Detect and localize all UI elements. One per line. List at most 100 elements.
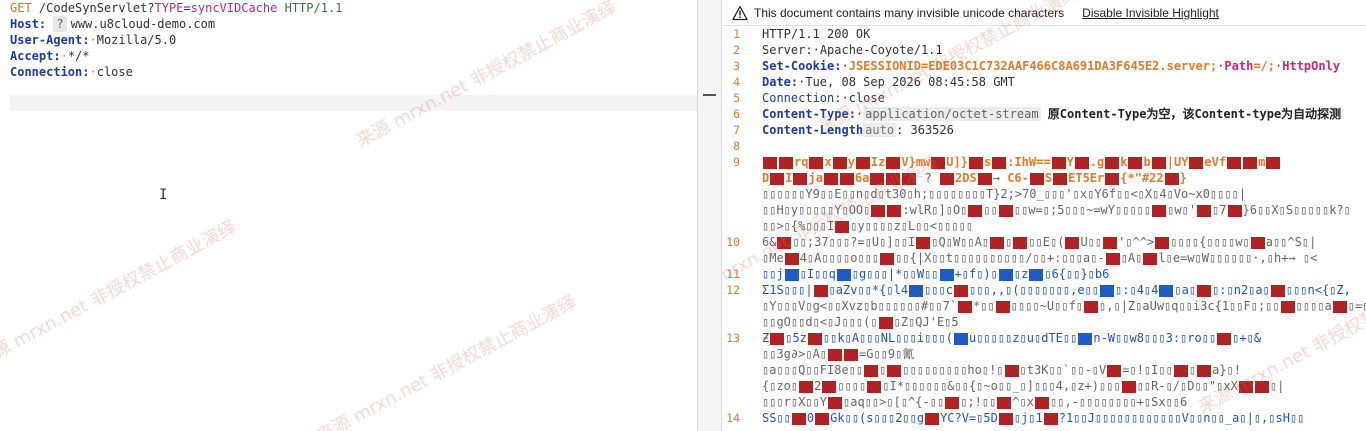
header-host: Host: ? www.u8cloud-demo.com	[0, 16, 697, 32]
set-cookie-value: JSESSIONID=EDE03C1C732AAF466C8A691DA3F64…	[848, 59, 1218, 73]
content-type-name: Content-Type:	[762, 107, 856, 121]
binary-content: ▯▯▯▯▯▯Y9▯▯E▯▯n▯d▯t30▯h;▯▯▯▯▯▯▯▯T}2;>70_▯…	[762, 187, 1247, 201]
binary-line: D Ija 6a ? 2DS → C6- S ET5Er {*"#22}	[722, 170, 1366, 186]
server-header-name: Server:	[762, 43, 813, 57]
line-number: 2	[733, 43, 740, 57]
header-user-agent-value: Mozilla/5.0	[96, 33, 177, 47]
line-number: 9	[733, 155, 740, 169]
binary-line: ▯▯3g∂>▯A▯ =G▯▯9▯氰	[722, 346, 1366, 362]
header-accept-value: */*	[67, 49, 90, 63]
disable-invisible-highlight-link[interactable]: Disable Invisible Highlight	[1082, 6, 1219, 20]
line-number: 5	[733, 91, 740, 105]
server-header-value: Apache-Coyote/1.1	[819, 43, 943, 57]
line-number: 3	[733, 59, 740, 73]
binary-content: {▯zo▯ 2 ▯▯▯▯ ▯I*▯▯▯▯▯▯&▯▯{▯~o▯▯_▯]▯▯▯4,▯z+)…	[762, 379, 1285, 393]
binary-line: ▯▯>▯{%▯▯▯I ▯y▯▯▯▯z▯L▯▯<▯▯▯▯▯	[722, 218, 1366, 234]
warning-text: This document contains many invisible un…	[754, 5, 1065, 20]
header-user-agent-name: User-Agent:	[10, 33, 90, 47]
current-line-highlight[interactable]	[10, 95, 697, 111]
response-line: 7 Content-Length auto: 363526	[722, 122, 1366, 138]
response-viewer[interactable]: This document contains many invisible un…	[722, 0, 1366, 431]
binary-content: ▯Me 4▯A▯▯▯▯o▯▯▯ ▯▯{|X▯▯t▯▯▯▯▯▯▯▯▯▯/▯▯+:▯▯▯…	[762, 251, 1318, 265]
binary-content: D Ija 6a ? 2DS → C6- S ET5Er {*"#22}	[762, 171, 1187, 185]
binary-content: Ƶ ▯5z ▯▯k▯A▯▯▯NL▯▯▯i▯▯▯(u▯▯▯▯▯z▯u▯dTE▯▯ n-W…	[762, 331, 1262, 345]
cookie-path-attr: Path	[1224, 59, 1254, 73]
binary-content: ▯▯H▯y▯▯▯▯▯Y▯OO▯:wlR▯]▯O▯ ▯▯ ▯▯w=▯;5▯▯▯~=wY…	[762, 203, 1351, 217]
request-method: GET	[10, 1, 32, 15]
header-accept: Accept:·*/*	[10, 49, 90, 63]
date-header-name: Date:	[762, 75, 799, 89]
host-unknown-badge: ?	[53, 16, 67, 32]
header-host-name: Host:	[10, 17, 47, 31]
binary-line: 11 ▯▯j ▯I▯▯q ▯g▯▯▯|*▯▯W▯▯ +▯f▯)▯ ▯z ▯6{▯▯}▯b6	[722, 266, 1366, 282]
line-number: 10	[726, 235, 740, 249]
binary-content: ▯▯▯r▯X▯▯Y ▯aq▯▯>▯[▯^{-▯▯ ▯;!▯▯ ^▯x ▯▯,-▯▯▯▯▯…	[762, 395, 1188, 409]
binary-line: ▯Me 4▯A▯▯▯▯o▯▯▯ ▯▯{|X▯▯t▯▯▯▯▯▯▯▯▯▯/▯▯+:▯▯▯…	[722, 250, 1366, 266]
content-type-note: 原Content-Type为空，该Content-type为自动探测	[1047, 107, 1342, 121]
response-line: 2 Server:·Apache-Coyote/1.1	[722, 42, 1366, 58]
response-line: 8	[722, 138, 1366, 154]
response-line: 5 Connection:·close	[722, 90, 1366, 106]
response-line: 6 Content-Type:· application/octet-stream …	[722, 106, 1366, 122]
binary-line: ▯a▯▯▯Q▯▯FI8e▯▯ ▯ ▯▯▯▯▯▯▯▯▯ho▯!▯ ▯t3K▯▯`▯▯-▯…	[722, 362, 1366, 378]
response-line: 1 HTTP/1.1 200 OK	[722, 26, 1366, 42]
binary-line: 10 6& ▯▯;37▯▯▯?=▯U▯]▯▯I ▯Q▯W▯▯A▯ ▯ ▯▯E▯(U▯▯ '▯…	[722, 234, 1366, 250]
content-length-value: : 363526	[896, 123, 954, 137]
watermark: 来源 mrxn.net 非授权禁止商业演绎	[0, 216, 240, 372]
request-param-value: syncVIDCache	[190, 1, 278, 15]
binary-line: 13 Ƶ ▯5z ▯▯k▯A▯▯▯NL▯▯▯i▯▯▯(u▯▯▯▯▯z▯u▯dTE▯▯ n…	[722, 330, 1366, 346]
line-number: 7	[733, 123, 740, 137]
binary-content: SS▯▯ 0 Gk▯▯(s▯▯▯2▯▯g YC?V=▯5D ▯j▯1 ?1▯▯J▯▯▯▯▯…	[762, 411, 1305, 425]
text-cursor-icon: I	[159, 187, 168, 203]
binary-line: ▯Y▯▯▯V▯g<▯▯Xvz▯b▯▯▯▯▯▯#▯▯7` *▯▯ ▯▯▯▯~U▯▯f▯…	[722, 298, 1366, 314]
header-user-agent: User-Agent:·Mozilla/5.0	[10, 33, 177, 47]
content-type-value: application/octet-stream	[863, 107, 1041, 121]
line-number: 4	[733, 75, 740, 89]
binary-line: ▯▯▯▯▯▯Y9▯▯E▯▯n▯d▯t30▯h;▯▯▯▯▯▯▯▯T}2;>70_▯…	[722, 186, 1366, 202]
response-body[interactable]: 1 HTTP/1.1 200 OK 2 Server:·Apache-Coyote/…	[722, 0, 1366, 431]
binary-content: ▯▯>▯{%▯▯▯I ▯y▯▯▯▯z▯L▯▯<▯▯▯▯▯	[762, 219, 974, 233]
request-path: /CodeSynServlet?	[38, 1, 155, 15]
connection-header-name: Connection:	[762, 91, 842, 105]
header-connection-value: close	[96, 65, 133, 79]
invisible-chars-warning: This document contains many invisible un…	[722, 0, 1366, 26]
request-param-eq: =	[183, 1, 191, 15]
line-number: 6	[733, 107, 740, 121]
splitter-handle-icon[interactable]	[703, 94, 716, 96]
status-line: HTTP/1.1 200 OK	[762, 27, 871, 41]
content-length-auto-badge: auto	[863, 123, 897, 137]
binary-content: 6& ▯▯;37▯▯▯?=▯U▯]▯▯I ▯Q▯W▯▯A▯ ▯ ▯▯E▯(U▯▯ '▯^^…	[762, 235, 1317, 249]
request-protocol: HTTP/1.1	[284, 1, 343, 15]
header-host-value: www.u8cloud-demo.com	[70, 17, 216, 31]
cookie-path-value: =/;	[1253, 59, 1276, 73]
binary-content: ▯▯j ▯I▯▯q ▯g▯▯▯|*▯▯W▯▯ +▯f▯)▯ ▯z ▯6{▯▯}▯b6	[762, 267, 1110, 281]
set-cookie-name: Set-Cookie:	[762, 59, 842, 73]
binary-line: ▯▯gO▯▯d▯<▯J▯▯▯(▯ ▯Z▯QJ'E▯5	[722, 314, 1366, 330]
binary-content: ▯▯gO▯▯d▯<▯J▯▯▯(▯ ▯Z▯QJ'E▯5	[762, 315, 959, 329]
binary-content: Σ1S▯▯▯| ▯aZv▯▯*{▯l4 ▯▯▯c ▯▯▯,,▯(▯▯▯▯▯▯▯,e▯▯…	[762, 283, 1351, 297]
line-number: 13	[726, 331, 740, 345]
binary-content: ▯▯3g∂>▯A▯ =G▯▯9▯氰	[762, 347, 915, 361]
binary-line: 12 Σ1S▯▯▯| ▯aZv▯▯*{▯l4 ▯▯▯c ▯▯▯,,▯(▯▯▯▯▯▯▯,e…	[722, 282, 1366, 298]
pane-splitter[interactable]	[697, 0, 722, 431]
line-number: 14	[726, 411, 740, 425]
binary-line: 9 rq x y Iz V}mw U]} s:IhW== Y .g k b |UY eVf m	[722, 154, 1366, 170]
line-number: 1	[733, 27, 740, 41]
binary-line: 14 SS▯▯ 0 Gk▯▯(s▯▯▯2▯▯g YC?V=▯5D ▯j▯1 ?1▯▯J▯▯▯…	[722, 410, 1366, 426]
binary-line: ▯▯▯r▯X▯▯Y ▯aq▯▯>▯[▯^{-▯▯ ▯;!▯▯ ^▯x ▯▯,-▯▯▯▯▯…	[722, 394, 1366, 410]
request-editor[interactable]: GET /CodeSynServlet?TYPE=syncVIDCache HT…	[0, 0, 697, 431]
watermark: 来源 mrxn.net 非授权禁止商业演绎	[312, 291, 580, 431]
date-header-value: Tue, 08 Sep 2026 08:45:58 GMT	[805, 75, 1015, 89]
request-param-name: TYPE	[154, 1, 184, 15]
binary-line: {▯zo▯ 2 ▯▯▯▯ ▯I*▯▯▯▯▯▯&▯▯{▯~o▯▯_▯]▯▯▯4,▯z+)…	[722, 378, 1366, 394]
binary-line: ▯▯H▯y▯▯▯▯▯Y▯OO▯:wlR▯]▯O▯ ▯▯ ▯▯w=▯;5▯▯▯~=wY…	[722, 202, 1366, 218]
binary-content: rq x y Iz V}mw U]} s:IhW== Y .g k b |UY eVf m	[762, 154, 1281, 170]
request-line: GET /CodeSynServlet?TYPE=syncVIDCache HT…	[0, 0, 697, 16]
header-connection-name: Connection:	[10, 65, 90, 79]
connection-header-value: close	[848, 91, 885, 105]
warning-icon	[732, 5, 748, 20]
binary-content: ▯a▯▯▯Q▯▯FI8e▯▯ ▯ ▯▯▯▯▯▯▯▯▯ho▯!▯ ▯t3K▯▯`▯▯-▯…	[762, 363, 1241, 377]
response-line: 4 Date:·Tue, 08 Sep 2026 08:45:58 GMT	[722, 74, 1366, 90]
binary-content: ▯Y▯▯▯V▯g<▯▯Xvz▯b▯▯▯▯▯▯#▯▯7` *▯▯ ▯▯▯▯~U▯▯f▯…	[762, 299, 1366, 313]
line-number: 12	[726, 283, 740, 297]
